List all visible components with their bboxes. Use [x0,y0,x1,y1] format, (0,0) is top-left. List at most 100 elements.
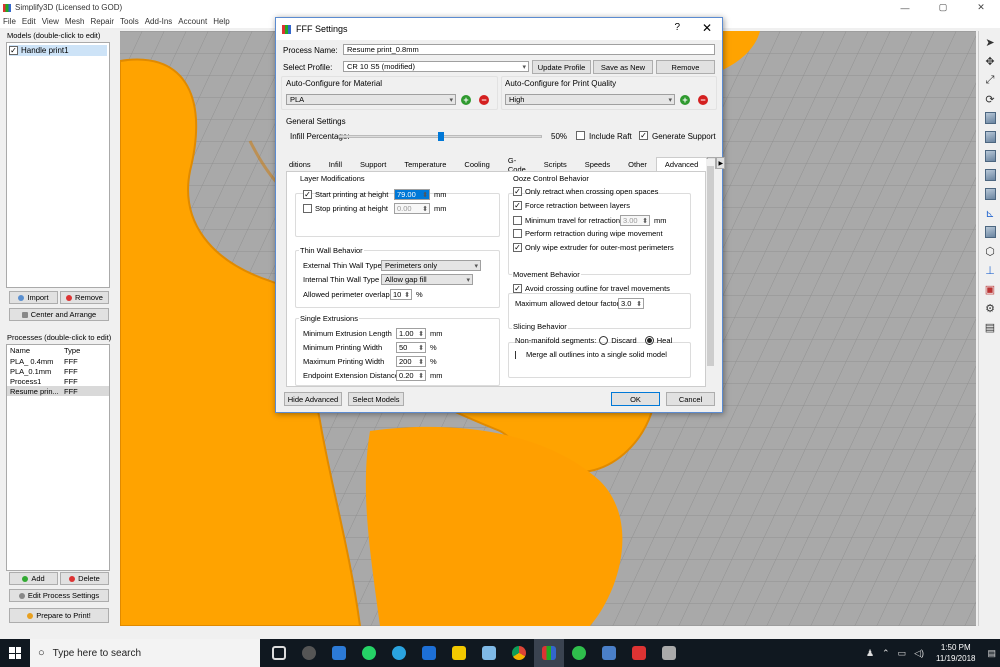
menu-account[interactable]: Account [178,17,207,26]
task-view-icon[interactable] [264,639,294,667]
tab-scripts[interactable]: Scripts [535,157,576,171]
detour-factor-input[interactable]: 3.0 [618,298,644,309]
calculator-icon[interactable] [654,639,684,667]
avoid-crossing-checkbox[interactable]: ✓ [513,284,522,293]
endpoint-extension-input[interactable]: 0.20 [396,370,426,381]
update-profile-button[interactable]: Update Profile [532,60,591,74]
tab-infill[interactable]: Infill [320,157,351,171]
menu-view[interactable]: View [42,17,59,26]
maximize-button[interactable]: ▢ [924,0,962,15]
add-quality-icon[interactable]: + [680,95,690,105]
start-height-input[interactable]: 79.00 [394,189,430,200]
move-icon[interactable]: ✥ [982,53,998,69]
process-name-input[interactable]: Resume print_0.8mm [343,44,715,55]
ooze-option-checkbox[interactable] [513,229,522,238]
scale-icon[interactable]: ⤢ [982,72,998,88]
view-top-icon[interactable] [982,148,998,164]
close-window-button[interactable]: ✕ [962,0,1000,15]
min-printing-width-input[interactable]: 50 [396,342,426,353]
cross-section-icon[interactable]: ▣ [982,281,998,297]
profile-dropdown[interactable]: CR 10 S5 (modified) [343,61,529,72]
layers-icon[interactable]: ▤ [982,319,998,335]
processes-list[interactable]: Name Type PLA_ 0.4mm FFF PLA_0.1mm FFF P… [6,344,110,571]
generate-support-checkbox[interactable]: ✓ [639,131,648,140]
view-bottom-icon[interactable] [982,167,998,183]
wireframe-icon[interactable]: ⬡ [982,243,998,259]
remove-model-button[interactable]: Remove [60,291,109,304]
start-printing-checkbox[interactable]: ✓ [303,190,312,199]
scrollbar-thumb[interactable] [707,166,714,366]
chevron-up-icon[interactable]: ⌃ [882,648,890,659]
vscode-icon[interactable] [324,639,354,667]
ooze-option-checkbox[interactable]: ✓ [513,187,522,196]
process-row-selected[interactable]: Resume prin... FFF [7,386,109,396]
chrome-icon[interactable] [504,639,534,667]
infill-slider[interactable] [338,132,542,141]
model-visible-checkbox[interactable]: ✓ [9,46,18,55]
axes-icon[interactable]: ⊾ [982,205,998,221]
add-process-button[interactable]: Add [9,572,58,585]
prepare-to-print-button[interactable]: Prepare to Print! [9,608,109,623]
min-travel-retraction-input[interactable]: 3.00 [620,215,650,226]
menu-edit[interactable]: Edit [22,17,36,26]
simplify3d-taskbar-icon[interactable] [534,639,564,667]
tab-other[interactable]: Other [619,157,656,171]
notifications-icon[interactable]: ▤ [987,648,996,659]
center-arrange-button[interactable]: Center and Arrange [9,308,109,321]
import-button[interactable]: Import [9,291,58,304]
menu-mesh[interactable]: Mesh [65,17,85,26]
stop-height-input[interactable]: 0.00 [394,203,430,214]
remove-profile-button[interactable]: Remove [656,60,715,74]
ooze-option-checkbox[interactable] [513,216,522,225]
app-icon[interactable] [444,639,474,667]
whatsapp-icon[interactable] [354,639,384,667]
heal-radio[interactable] [644,336,654,345]
tab-scrollbar[interactable] [706,159,715,387]
minimize-button[interactable]: — [886,0,924,15]
tab-speeds[interactable]: Speeds [576,157,619,171]
min-extrusion-length-input[interactable]: 1.00 [396,328,426,339]
external-thin-wall-dropdown[interactable]: Perimeters only [381,260,481,271]
rotate-icon[interactable]: ⟳ [982,91,998,107]
settings-gear-icon[interactable]: ⚙ [982,300,998,316]
app-icon[interactable] [594,639,624,667]
material-dropdown[interactable]: PLA [286,94,456,105]
tab-gcode[interactable]: G-Code [499,156,535,174]
view-front-icon[interactable] [982,129,998,145]
hide-advanced-button[interactable]: Hide Advanced [284,392,342,406]
ooze-option-checkbox[interactable]: ✓ [513,201,522,210]
telegram-icon[interactable] [384,639,414,667]
network-icon[interactable]: ▭ [898,648,907,659]
tab-additions[interactable]: ditions [286,157,320,171]
internal-thin-wall-dropdown[interactable]: Allow gap fill [381,274,473,285]
app-icon[interactable] [564,639,594,667]
menu-file[interactable]: File [3,17,16,26]
remove-material-icon[interactable]: − [479,95,489,105]
remove-quality-icon[interactable]: − [698,95,708,105]
save-as-new-button[interactable]: Save as New [593,60,653,74]
delete-process-button[interactable]: Delete [60,572,109,585]
cancel-button[interactable]: Cancel [666,392,715,406]
process-row[interactable]: PLA_ 0.4mm FFF [7,356,109,366]
help-button[interactable]: ? [674,22,680,33]
tab-scroll-right-icon[interactable]: ▶ [716,157,726,169]
model-item[interactable]: ✓ Handle print1 [9,45,107,56]
ok-button[interactable]: OK [611,392,660,406]
select-cursor-icon[interactable]: ➤ [982,34,998,50]
dialog-close-button[interactable]: ✕ [702,21,712,35]
process-row[interactable]: Process1 FFF [7,376,109,386]
merge-outlines-checkbox[interactable] [515,350,516,359]
tab-support[interactable]: Support [351,157,395,171]
axis-z-icon[interactable]: ⊥ [982,262,998,278]
edit-process-settings-button[interactable]: Edit Process Settings [9,589,109,602]
quality-dropdown[interactable]: High [505,94,675,105]
app-icon[interactable] [294,639,324,667]
menu-add-ins[interactable]: Add-Ins [145,17,173,26]
start-button[interactable] [0,639,30,667]
perimeter-overlap-input[interactable]: 10 [390,289,412,300]
infill-slider-handle[interactable] [438,132,444,141]
app-icon[interactable] [414,639,444,667]
process-row[interactable]: PLA_0.1mm FFF [7,366,109,376]
tab-advanced[interactable]: Advanced [655,157,708,171]
select-models-button[interactable]: Select Models [348,392,404,406]
